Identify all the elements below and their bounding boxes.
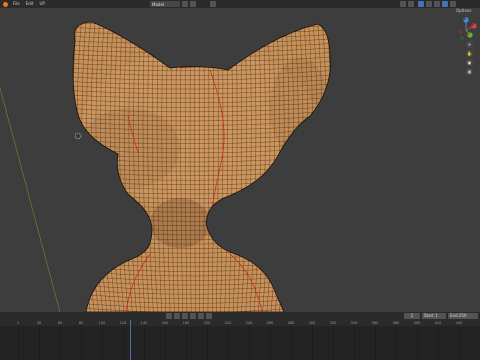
gizmo-toggle-icon[interactable]: [408, 1, 414, 7]
frame-gridline: [81, 326, 82, 360]
shading-wire-icon[interactable]: [434, 1, 440, 7]
options-dropdown[interactable]: Options: [456, 8, 471, 13]
frame-gridline: [39, 326, 40, 360]
camera-view-icon[interactable]: ▣: [466, 59, 473, 66]
frame-gridline: [375, 326, 376, 360]
visibility-icon[interactable]: [400, 1, 406, 7]
timeline-editor[interactable]: 1 40 60 80 100 120 140 160 180 200 220 240 260 280 300…: [0, 320, 480, 360]
frame-gridline: [354, 326, 355, 360]
zoom-icon[interactable]: +: [466, 41, 473, 48]
xray-icon[interactable]: [426, 1, 432, 7]
frame-gridline: [459, 326, 460, 360]
3d-cursor-icon[interactable]: [74, 132, 82, 140]
z-axis-label: Z: [464, 17, 467, 21]
proportional-icon[interactable]: [210, 1, 216, 7]
blender-window: File Edit UP Model X Z Y + ✋ ▣ ▦ Options…: [0, 0, 480, 360]
frame-gridline: [291, 326, 292, 360]
overlay-toggle-icon[interactable]: [418, 1, 424, 7]
jump-start-icon[interactable]: [166, 313, 172, 319]
frame-gridline: [417, 326, 418, 360]
snap-icon[interactable]: [190, 1, 196, 7]
timeline-header: 1 Start 1 End 250: [0, 312, 480, 320]
end-value: 250: [458, 313, 467, 318]
frame-gridline: [102, 326, 103, 360]
frame-gridline: [18, 326, 19, 360]
cat-mesh-object[interactable]: [54, 8, 351, 312]
mode-label: Model: [152, 1, 165, 7]
end-label: End: [450, 313, 458, 318]
shading-solid-icon[interactable]: [442, 1, 448, 7]
frame-gridline: [186, 326, 187, 360]
frame-gridline: [228, 326, 229, 360]
frame-gridline: [60, 326, 61, 360]
jump-end-icon[interactable]: [206, 313, 212, 319]
start-label: Start: [424, 313, 434, 318]
pivot-icon[interactable]: [182, 1, 188, 7]
playhead[interactable]: [130, 320, 131, 360]
frame-gridline: [123, 326, 124, 360]
frame-gridline: [312, 326, 313, 360]
end-frame-field[interactable]: End 250: [448, 313, 478, 319]
prev-keyframe-icon[interactable]: [174, 313, 180, 319]
start-frame-field[interactable]: Start 1: [422, 313, 446, 319]
axis-gizmo[interactable]: [458, 17, 477, 40]
play-icon[interactable]: [190, 313, 196, 319]
mode-selector[interactable]: Model: [150, 1, 180, 7]
perspective-grid-icon[interactable]: ▦: [466, 68, 473, 75]
current-frame-field[interactable]: 1: [404, 313, 420, 319]
play-reverse-icon[interactable]: [182, 313, 188, 319]
next-keyframe-icon[interactable]: [198, 313, 204, 319]
frame-gridline: [333, 326, 334, 360]
frame-gridline: [396, 326, 397, 360]
3d-viewport[interactable]: X Z Y + ✋ ▣ ▦ Options: [0, 8, 480, 312]
y-axis-line: [0, 87, 61, 312]
start-value: 1: [435, 313, 438, 318]
frame-gridline: [270, 326, 271, 360]
x-axis-label: X: [472, 23, 475, 27]
frame-gridline: [165, 326, 166, 360]
pan-hand-icon[interactable]: ✋: [466, 50, 473, 57]
y-axis-label: Y: [468, 32, 470, 36]
frame-gridline: [249, 326, 250, 360]
shading-material-icon[interactable]: [450, 1, 456, 7]
frame-gridline: [207, 326, 208, 360]
frame-gridline: [144, 326, 145, 360]
frame-gridline: [438, 326, 439, 360]
viewport-canvas: [0, 8, 480, 312]
frame-ruler[interactable]: 1 40 60 80 100 120 140 160 180 200 220 240 260 280 300…: [0, 320, 480, 326]
viewport-header: Model: [0, 0, 480, 8]
